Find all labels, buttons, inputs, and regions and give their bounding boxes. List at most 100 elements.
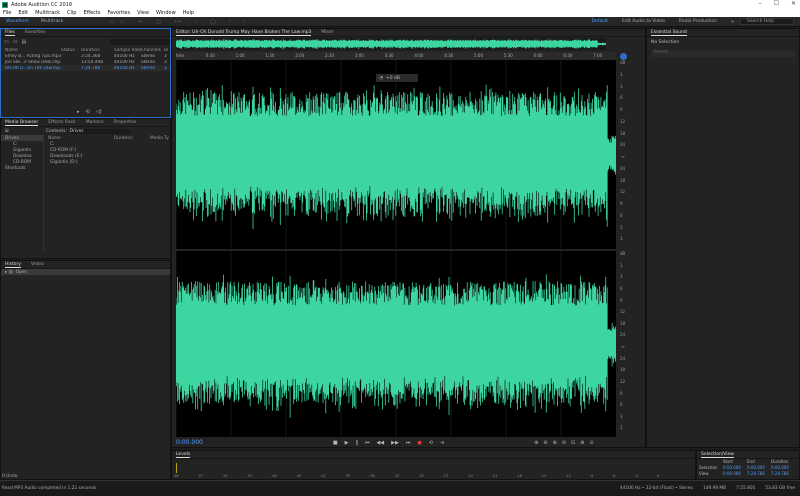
open-file-icon[interactable]: ▭ xyxy=(4,39,9,45)
workspace-edit-audio-to-video[interactable]: Edit Audio to Video xyxy=(622,19,665,24)
waveform-right xyxy=(176,274,616,418)
menu-help[interactable]: Help xyxy=(183,10,194,16)
record-icon[interactable]: ● xyxy=(417,440,421,446)
zoom-in-point-icon[interactable]: ⊕ xyxy=(580,440,584,446)
tab-editor[interactable]: Editor: Uh-Oh Donald Trump May Have Brok… xyxy=(176,30,312,36)
tab-video[interactable]: Video xyxy=(31,262,44,267)
overview-waveform[interactable] xyxy=(176,38,606,50)
col-name[interactable]: Name xyxy=(44,136,114,141)
new-file-icon[interactable]: ▤ xyxy=(21,39,26,45)
ruler-label: 4:00 xyxy=(414,53,424,58)
rewind-icon[interactable]: ◀◀ xyxy=(376,440,384,446)
zoom-out-amplitude-icon[interactable]: ⊖ xyxy=(543,440,547,446)
col-channels[interactable]: Channels xyxy=(141,48,164,53)
close-button[interactable]: ✕ xyxy=(791,0,796,7)
menu-file[interactable]: File xyxy=(3,10,11,16)
selection-start[interactable]: 0:00.000 xyxy=(723,465,747,470)
menu-favorites[interactable]: Favorites xyxy=(107,10,130,16)
goto-start-icon[interactable]: ⏮ xyxy=(365,440,370,446)
level-scale-label: -12 xyxy=(565,474,571,478)
loop-icon[interactable]: ⟲ xyxy=(86,109,90,115)
view-duration[interactable]: 7:24.786 xyxy=(771,471,795,476)
menu-view[interactable]: View xyxy=(137,10,149,16)
db-label: 3 xyxy=(620,83,623,89)
gain-knob-icon[interactable]: ◔ xyxy=(379,76,383,81)
zoom-out-time-icon[interactable]: ⊖ xyxy=(562,440,566,446)
tab-levels[interactable]: Levels xyxy=(176,452,191,458)
menu-multitrack[interactable]: Multitrack xyxy=(35,10,60,16)
menu-edit[interactable]: Edit xyxy=(18,10,28,16)
zoom-in-amplitude-icon[interactable]: ⊕ xyxy=(534,440,538,446)
current-time[interactable]: 0:00.000 xyxy=(176,439,203,446)
time-ruler[interactable]: hms 0:30 1:00 1:30 2:00 2:30 3:00 3:30 4:00 4:30 5… xyxy=(176,52,616,60)
workspace-menu-icon[interactable]: » xyxy=(731,19,734,25)
col-sample-rate[interactable]: Sample Rate xyxy=(114,48,141,53)
tab-history[interactable]: History xyxy=(5,262,22,268)
search-help-input[interactable]: Search Help xyxy=(740,18,794,25)
tool-icons[interactable]: ▭▭ ↔ ◫ ⟷ ⁞ ◯ ⁄ ⁄ xyxy=(109,19,251,25)
col-duration[interactable]: Duration xyxy=(114,136,150,141)
loop-icon[interactable]: ⟲ xyxy=(429,440,433,446)
waveform-view-button[interactable]: Waveform xyxy=(0,19,35,24)
drives-icon[interactable]: ⛁ xyxy=(1,129,46,134)
maximize-button[interactable]: ☐ xyxy=(774,0,779,7)
ruler-label: 6:30 xyxy=(563,53,573,58)
tab-files[interactable]: Files xyxy=(5,30,15,36)
play-icon[interactable]: ▸ xyxy=(77,109,80,115)
contents-dropdown[interactable]: Drives xyxy=(69,128,130,134)
zoom-selection-icon[interactable]: ⊙ xyxy=(589,440,593,446)
level-scale-label: -45 xyxy=(295,474,302,478)
col-bits[interactable]: Bi xyxy=(164,48,170,53)
workspace-default[interactable]: Default xyxy=(592,19,608,24)
files-panel: Files Favorites ▭ ▭ ▤ Name Status Duration Sam… xyxy=(0,28,171,118)
workspace-radio-production[interactable]: Radio Production xyxy=(679,19,717,24)
selection-end[interactable]: 0:00.000 xyxy=(747,465,771,470)
view-start[interactable]: 0:00.000 xyxy=(723,471,747,476)
stop-icon[interactable]: ■ xyxy=(333,440,338,446)
col-media-type[interactable]: Media Ty xyxy=(150,136,169,141)
file-row[interactable]: Jon Ste...e Show Desk.mp3 13:50.498 44100 … xyxy=(1,59,170,65)
autoplay-icon[interactable]: ◁) xyxy=(96,109,102,115)
goto-end-icon[interactable]: ⏭ xyxy=(406,440,411,446)
zoom-in-time-icon[interactable]: ⊕ xyxy=(553,440,557,446)
file-row[interactable]: Uh-Oh D...en The Law.mp3 7:24.786 44100 Hz… xyxy=(1,65,170,71)
col-name[interactable]: Name xyxy=(1,48,61,53)
view-label: View xyxy=(699,471,709,476)
file-row[interactable]: Emily B... Acting Tips.mp3 3:54.368 44100 … xyxy=(1,53,170,59)
tab-properties[interactable]: Properties xyxy=(114,120,137,125)
tab-mixer[interactable]: Mixer xyxy=(321,30,333,35)
media-item[interactable]: Gigantin (D:) xyxy=(44,159,170,165)
files-search-input[interactable] xyxy=(110,39,170,45)
pause-icon[interactable]: ‖ xyxy=(355,440,358,446)
view-end[interactable]: 7:24.786 xyxy=(747,471,771,476)
hud-gain[interactable]: ◔ +0 dB xyxy=(376,74,418,82)
tab-selection-view[interactable]: Selection/View xyxy=(701,452,734,458)
fast-forward-icon[interactable]: ▶▶ xyxy=(391,440,399,446)
tab-media-browser[interactable]: Media Browser xyxy=(5,120,39,126)
multitrack-view-button[interactable]: Multitrack xyxy=(35,19,69,24)
menu-window[interactable]: Window xyxy=(156,10,176,16)
col-duration[interactable]: Duration xyxy=(81,48,114,53)
file-name: Jon Ste...e Show Desk.mp3 xyxy=(5,59,61,65)
tab-favorites[interactable]: Favorites xyxy=(25,30,45,35)
tab-essential-sound[interactable]: Essential Sound xyxy=(651,30,687,36)
channel-right-waveform[interactable] xyxy=(176,251,616,437)
tab-effects-rack[interactable]: Effects Rack xyxy=(48,120,76,125)
history-item[interactable]: ▸ ▤ Open xyxy=(1,269,170,275)
menu-clip[interactable]: Clip xyxy=(67,10,76,16)
col-status[interactable]: Status xyxy=(61,48,81,53)
db-label: 24 xyxy=(620,165,626,171)
channel-left-waveform[interactable] xyxy=(176,60,616,249)
zoom-out-full-icon[interactable]: ⊡ xyxy=(571,440,575,446)
import-icon[interactable]: ▭ xyxy=(13,39,18,45)
tab-markers[interactable]: Markers xyxy=(86,120,104,125)
zoom-lock-icon[interactable] xyxy=(620,53,627,60)
status-message: Read MP3 Audio completed in 1.22 seconds xyxy=(2,486,97,491)
skip-selection-icon[interactable]: ⇥ xyxy=(440,440,444,446)
preset-dropdown[interactable]: Preset: xyxy=(651,50,795,57)
menu-effects[interactable]: Effects xyxy=(83,10,100,16)
media-tree-item[interactable]: Shortcuts xyxy=(1,165,43,171)
selection-duration[interactable]: 0:00.000 xyxy=(771,465,795,470)
play-icon[interactable]: ▶ xyxy=(345,440,349,446)
minimize-button[interactable]: – xyxy=(759,0,762,7)
